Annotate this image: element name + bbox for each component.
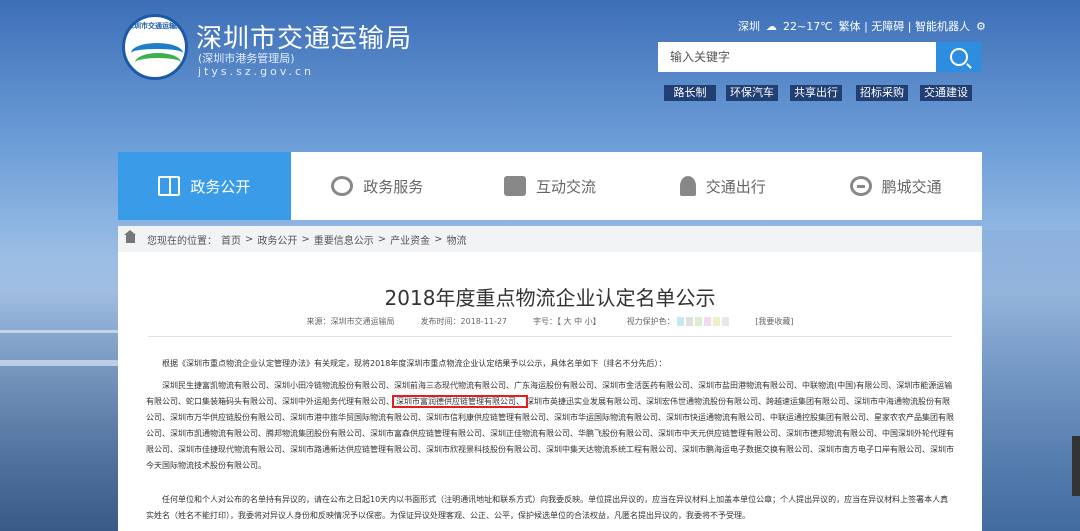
article-time: 发布时间：2018-11-27 — [420, 317, 508, 326]
site-subtitle: (深圳市港务管理局) — [198, 52, 295, 65]
swatch[interactable] — [713, 317, 721, 326]
home-icon — [124, 230, 136, 243]
swatch[interactable] — [686, 317, 694, 326]
handshake-icon — [331, 176, 354, 196]
chat-icon — [503, 176, 526, 196]
background-bridge-cable — [0, 330, 120, 333]
main-nav: 政务公开 政务服务 互动交流 交通出行 鹏城交通 — [118, 152, 982, 220]
cloud-icon: ☁ — [766, 19, 777, 33]
swatch[interactable] — [722, 317, 730, 326]
article-panel: 2018年度重点物流企业认定名单公示 来源：深圳市交通运输局 发布时间：2018… — [118, 252, 982, 531]
background-bridge-left — [0, 260, 120, 531]
city-label: 深圳 — [738, 20, 760, 33]
nav-tab-label: 鹏城交通 — [881, 177, 942, 196]
book-icon — [158, 176, 181, 196]
article-title: 2018年度重点物流企业认定名单公示 — [384, 286, 716, 310]
breadcrumb-fund[interactable]: 产业资金 — [390, 232, 430, 247]
nav-tab-label: 互动交流 — [535, 177, 596, 196]
breadcrumb-sep: > — [377, 233, 387, 245]
logo-text: 深圳市交通运输局 — [127, 22, 183, 30]
article-paragraph-objection: 任何单位和个人对公布的名单持有异议的，请在公布之日起10天内以书面形式（注明通讯… — [146, 495, 949, 520]
quick-link-construction[interactable]: 交通建设 — [920, 85, 972, 101]
article-divider — [148, 336, 952, 337]
logo-wave-green — [135, 53, 181, 72]
quick-link-bidding[interactable]: 招标采购 — [856, 85, 908, 101]
swirl-icon — [849, 176, 872, 196]
breadcrumb-logistics[interactable]: 物流 — [447, 232, 467, 247]
color-swatches — [677, 317, 730, 326]
nav-tab-government-affairs[interactable]: 政务公开 — [118, 152, 291, 220]
breadcrumb-notice[interactable]: 重要信息公示 — [314, 232, 374, 247]
nav-tab-label: 政务服务 — [363, 177, 424, 196]
breadcrumb-sep: > — [434, 233, 443, 245]
vision-color-control: 视力保护色： — [627, 316, 730, 327]
breadcrumb-sep: > — [301, 233, 310, 245]
site-logo[interactable]: 深圳市交通运输局 — [122, 14, 188, 80]
article-meta: 来源：深圳市交通运输局 发布时间：2018-11-27 字号：【 大 中 小】 … — [118, 316, 982, 327]
breadcrumb-sep: > — [245, 233, 254, 245]
swatch[interactable] — [695, 317, 703, 326]
nav-tab-travel[interactable]: 交通出行 — [636, 152, 809, 220]
side-float-tab[interactable] — [1072, 436, 1080, 496]
quick-link-shared-travel[interactable]: 共享出行 — [790, 85, 842, 101]
utility-links[interactable]: 繁体 | 无障碍 | 智能机器人 — [839, 18, 970, 34]
breadcrumb-gov[interactable]: 政务公开 — [257, 232, 297, 247]
background-bridge-deck — [0, 360, 120, 366]
search-input[interactable]: 输入关键字 — [658, 42, 936, 72]
nav-tab-pengcheng[interactable]: 鹏城交通 — [809, 152, 982, 220]
traveler-icon — [679, 176, 696, 196]
site-url: jtys.sz.gov.cn — [198, 65, 314, 78]
article-source: 来源：深圳市交通运输局 — [306, 317, 395, 326]
vision-label: 视力保护色： — [626, 317, 675, 326]
highlighted-company: 深圳市富润德供应链管理有限公司、 — [392, 395, 528, 408]
quick-link-eco-car[interactable]: 环保汽车 — [726, 85, 778, 101]
nav-tab-interaction[interactable]: 互动交流 — [464, 152, 637, 220]
breadcrumb-home[interactable]: 首页 — [221, 232, 241, 247]
favorite-link[interactable]: [我要收藏] — [755, 316, 793, 327]
nav-tab-services[interactable]: 政务服务 — [291, 152, 464, 220]
search-icon — [949, 48, 968, 66]
header-utility-bar: 深圳 ☁ 22~17℃ 繁体 | 无障碍 | 智能机器人 ⚙ — [738, 18, 986, 34]
company-list-b: 深圳市英捷迅实业发展有限公司、深圳宏伟世通物流股份有限公司、跨越速运集团有限公司… — [146, 397, 954, 470]
background-sky-right — [980, 230, 1080, 531]
robot-icon[interactable]: ⚙ — [976, 20, 986, 33]
article-paragraph-list: 深圳民生捷富凯物流有限公司、深圳小田冷链物流股份有限公司、深圳前海三态现代物流有… — [146, 378, 956, 474]
breadcrumb-prefix: 您现在的位置： — [147, 235, 217, 247]
search-button[interactable] — [936, 42, 981, 72]
font-size-control[interactable]: 字号：【 大 中 小】 — [533, 316, 601, 327]
article-paragraph-intro: 根据《深圳市重点物流企业认定管理办法》有关规定，现将2018年度深圳市重点物流企… — [162, 359, 667, 368]
breadcrumb: 您现在的位置： 首页 > 政务公开 > 重要信息公示 > 产业资金 > 物流 — [118, 226, 982, 252]
swatch[interactable] — [677, 317, 685, 326]
quick-link-road-chief[interactable]: 路长制 — [664, 85, 716, 101]
swatch[interactable] — [704, 317, 712, 326]
nav-tab-label: 交通出行 — [705, 177, 766, 196]
weather-label: 22~17℃ — [783, 19, 833, 33]
nav-tab-label: 政务公开 — [190, 177, 251, 196]
